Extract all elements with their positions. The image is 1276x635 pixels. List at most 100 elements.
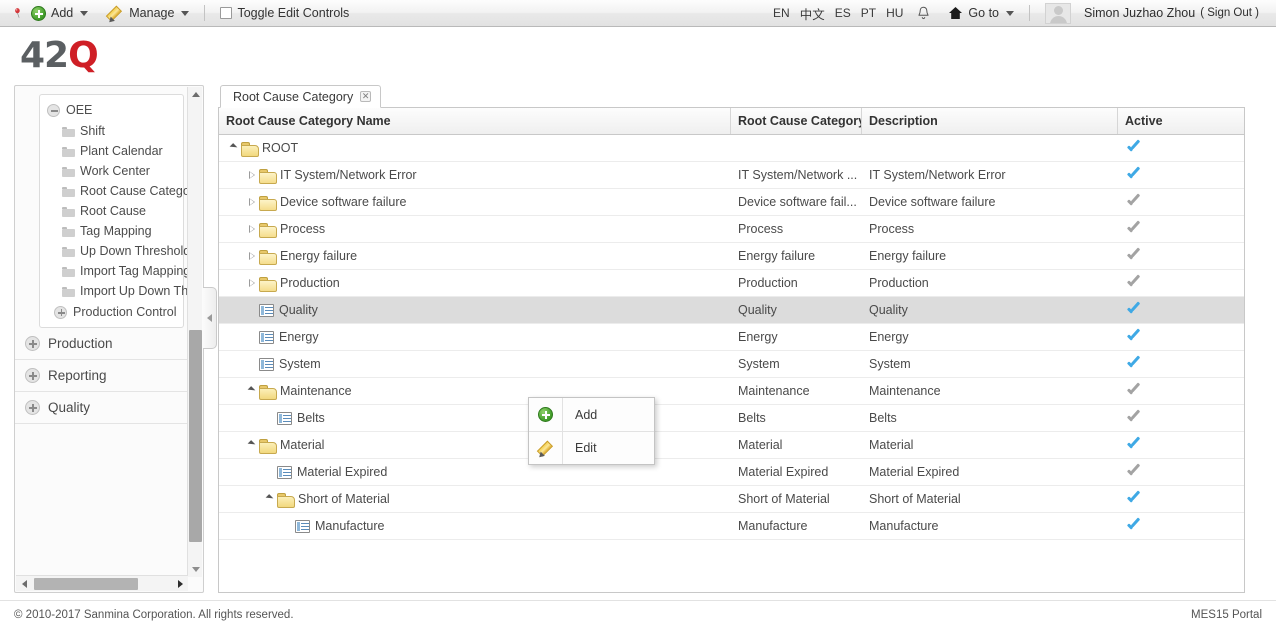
table-row[interactable]: Energy failure Energy failure Energy failu…	[219, 243, 1244, 270]
folder-icon	[62, 246, 75, 257]
sidebar-item-quality[interactable]: Quality	[15, 392, 189, 424]
scroll-left-arrow-icon[interactable]	[16, 576, 32, 592]
table-row[interactable]: Manufacture Manufacture Manufacture	[219, 513, 1244, 540]
manage-menu-label: Manage	[129, 6, 175, 20]
sidebar-item-root-cause[interactable]: Root Cause	[40, 201, 183, 221]
table-row[interactable]: System System System	[219, 351, 1244, 378]
sidebar-collapse-handle[interactable]	[203, 287, 217, 349]
goto-menu-button[interactable]: Go to	[939, 0, 1023, 26]
sidebar-item-import-up-down-threshold[interactable]: Import Up Down Th	[40, 281, 188, 301]
folder-open-icon	[259, 438, 277, 454]
sidebar-item-work-center[interactable]: Work Center	[40, 161, 183, 181]
expander-closed-icon[interactable]	[244, 224, 259, 233]
scroll-up-arrow-icon[interactable]	[188, 87, 203, 102]
folder-icon	[62, 166, 75, 177]
cell-description: System	[869, 357, 911, 371]
cell-description: Material	[869, 438, 914, 452]
column-header-description[interactable]: Description	[862, 108, 1118, 134]
sidebar-item-production-control[interactable]: Production Control	[40, 301, 183, 323]
table-row[interactable]: Device software failure Device software f…	[219, 189, 1244, 216]
cell-active	[1118, 405, 1244, 431]
checkbox-icon[interactable]	[220, 7, 233, 19]
user-account[interactable]: Simon Juzhao Zhou ( Sign Out )	[1036, 0, 1268, 26]
table-row[interactable]: Production Production Production	[219, 270, 1244, 297]
tab-root-cause-category[interactable]: Root Cause Category ✕	[220, 85, 382, 108]
sidebar-item-reporting[interactable]: Reporting	[15, 360, 189, 392]
scrollbar-thumb[interactable]	[34, 578, 138, 590]
lang-pt[interactable]: PT	[856, 5, 881, 21]
main-area: OEE Shift Plant Calendar Work Center Roo…	[0, 84, 1276, 600]
sidebar-item-up-down-threshold[interactable]: Up Down Threshold	[40, 241, 189, 261]
expander-open-icon[interactable]	[262, 494, 277, 502]
scroll-down-arrow-icon[interactable]	[188, 562, 203, 577]
table-row[interactable]: Quality Quality Quality	[219, 297, 1244, 324]
sidebar-horizontal-scrollbar[interactable]	[16, 575, 188, 591]
table-row[interactable]: IT System/Network Error IT System/Network…	[219, 162, 1244, 189]
lang-hu[interactable]: HU	[881, 5, 908, 21]
context-menu-item-edit[interactable]: Edit	[529, 431, 654, 464]
sidebar-item-import-tag-mapping[interactable]: Import Tag Mapping	[40, 261, 189, 281]
cell-description	[862, 135, 1118, 161]
check-inactive-icon	[1126, 249, 1142, 263]
logo-text-left: 42	[20, 35, 69, 76]
lang-zh[interactable]: 中文	[795, 3, 830, 24]
expander-closed-icon[interactable]	[244, 197, 259, 206]
toggle-edit-controls-checkbox[interactable]: Toggle Edit Controls	[211, 0, 358, 26]
column-header-active[interactable]: Active	[1118, 108, 1244, 134]
sidebar-item-label: Work Center	[80, 164, 150, 178]
sign-out-link[interactable]: ( Sign Out )	[1200, 7, 1259, 19]
table-row[interactable]: Belts Belts Belts	[219, 405, 1244, 432]
app-logo[interactable]: 42Q	[20, 35, 99, 76]
expander-closed-icon[interactable]	[244, 251, 259, 260]
add-menu-button[interactable]: Add	[22, 0, 97, 26]
minus-circle-icon[interactable]	[47, 103, 60, 117]
sidebar-item-tag-mapping[interactable]: Tag Mapping	[40, 221, 183, 241]
notifications-button[interactable]	[908, 0, 939, 26]
folder-open-icon	[241, 141, 259, 157]
sidebar-item-production[interactable]: Production	[15, 328, 189, 360]
document-icon	[277, 411, 292, 425]
manage-menu-button[interactable]: Manage	[97, 0, 198, 26]
sidebar-group-oee: OEE Shift Plant Calendar Work Center Roo…	[39, 94, 189, 328]
scrollbar-thumb[interactable]	[189, 330, 202, 542]
table-row[interactable]: Material Material Material	[219, 432, 1244, 459]
sidebar-item-shift[interactable]: Shift	[40, 121, 183, 141]
expander-open-icon[interactable]	[244, 440, 259, 448]
table-row[interactable]: Material Expired Material Expired Material…	[219, 459, 1244, 486]
expander-closed-icon[interactable]	[244, 170, 259, 179]
context-menu-item-add[interactable]: Add	[529, 398, 654, 431]
folder-open-icon	[259, 384, 277, 400]
cell-active	[1118, 432, 1244, 458]
cell-description: Energy	[869, 330, 909, 344]
expander-open-icon[interactable]	[226, 143, 241, 151]
expander-open-icon[interactable]	[244, 386, 259, 394]
plus-circle-icon[interactable]	[25, 336, 40, 351]
close-icon[interactable]: ✕	[360, 91, 372, 102]
sidebar-scroll-region: OEE Shift Plant Calendar Work Center Roo…	[15, 86, 189, 576]
table-row[interactable]: Energy Energy Energy	[219, 324, 1244, 351]
plus-circle-icon[interactable]	[54, 305, 67, 319]
sidebar-item-root-cause-category[interactable]: Root Cause Categor	[40, 181, 189, 201]
table-row[interactable]: Maintenance Maintenance Maintenance	[219, 378, 1244, 405]
chevron-left-icon	[207, 314, 212, 322]
sidebar-item-label: OEE	[66, 103, 93, 117]
folder-icon	[62, 286, 75, 297]
expander-closed-icon[interactable]	[244, 278, 259, 287]
table-row[interactable]: ROOT	[219, 135, 1244, 162]
plus-circle-icon[interactable]	[25, 368, 40, 383]
sidebar-item-oee[interactable]: OEE	[40, 99, 183, 121]
plus-circle-icon[interactable]	[25, 400, 40, 415]
pin-icon[interactable]	[0, 4, 22, 22]
sidebar-item-plant-calendar[interactable]: Plant Calendar	[40, 141, 183, 161]
row-name-label: Energy failure	[280, 249, 358, 263]
lang-en[interactable]: EN	[768, 5, 795, 21]
column-header-category[interactable]: Root Cause Category	[731, 108, 862, 134]
column-header-name[interactable]: Root Cause Category Name	[219, 108, 731, 134]
scroll-right-arrow-icon[interactable]	[172, 576, 188, 592]
document-icon	[277, 465, 292, 479]
table-row[interactable]: Process Process Process	[219, 216, 1244, 243]
lang-es[interactable]: ES	[830, 5, 856, 21]
sidebar-vertical-scrollbar[interactable]	[187, 87, 202, 577]
row-name-label: Material	[280, 438, 325, 452]
table-row[interactable]: Short of Material Short of Material Short …	[219, 486, 1244, 513]
